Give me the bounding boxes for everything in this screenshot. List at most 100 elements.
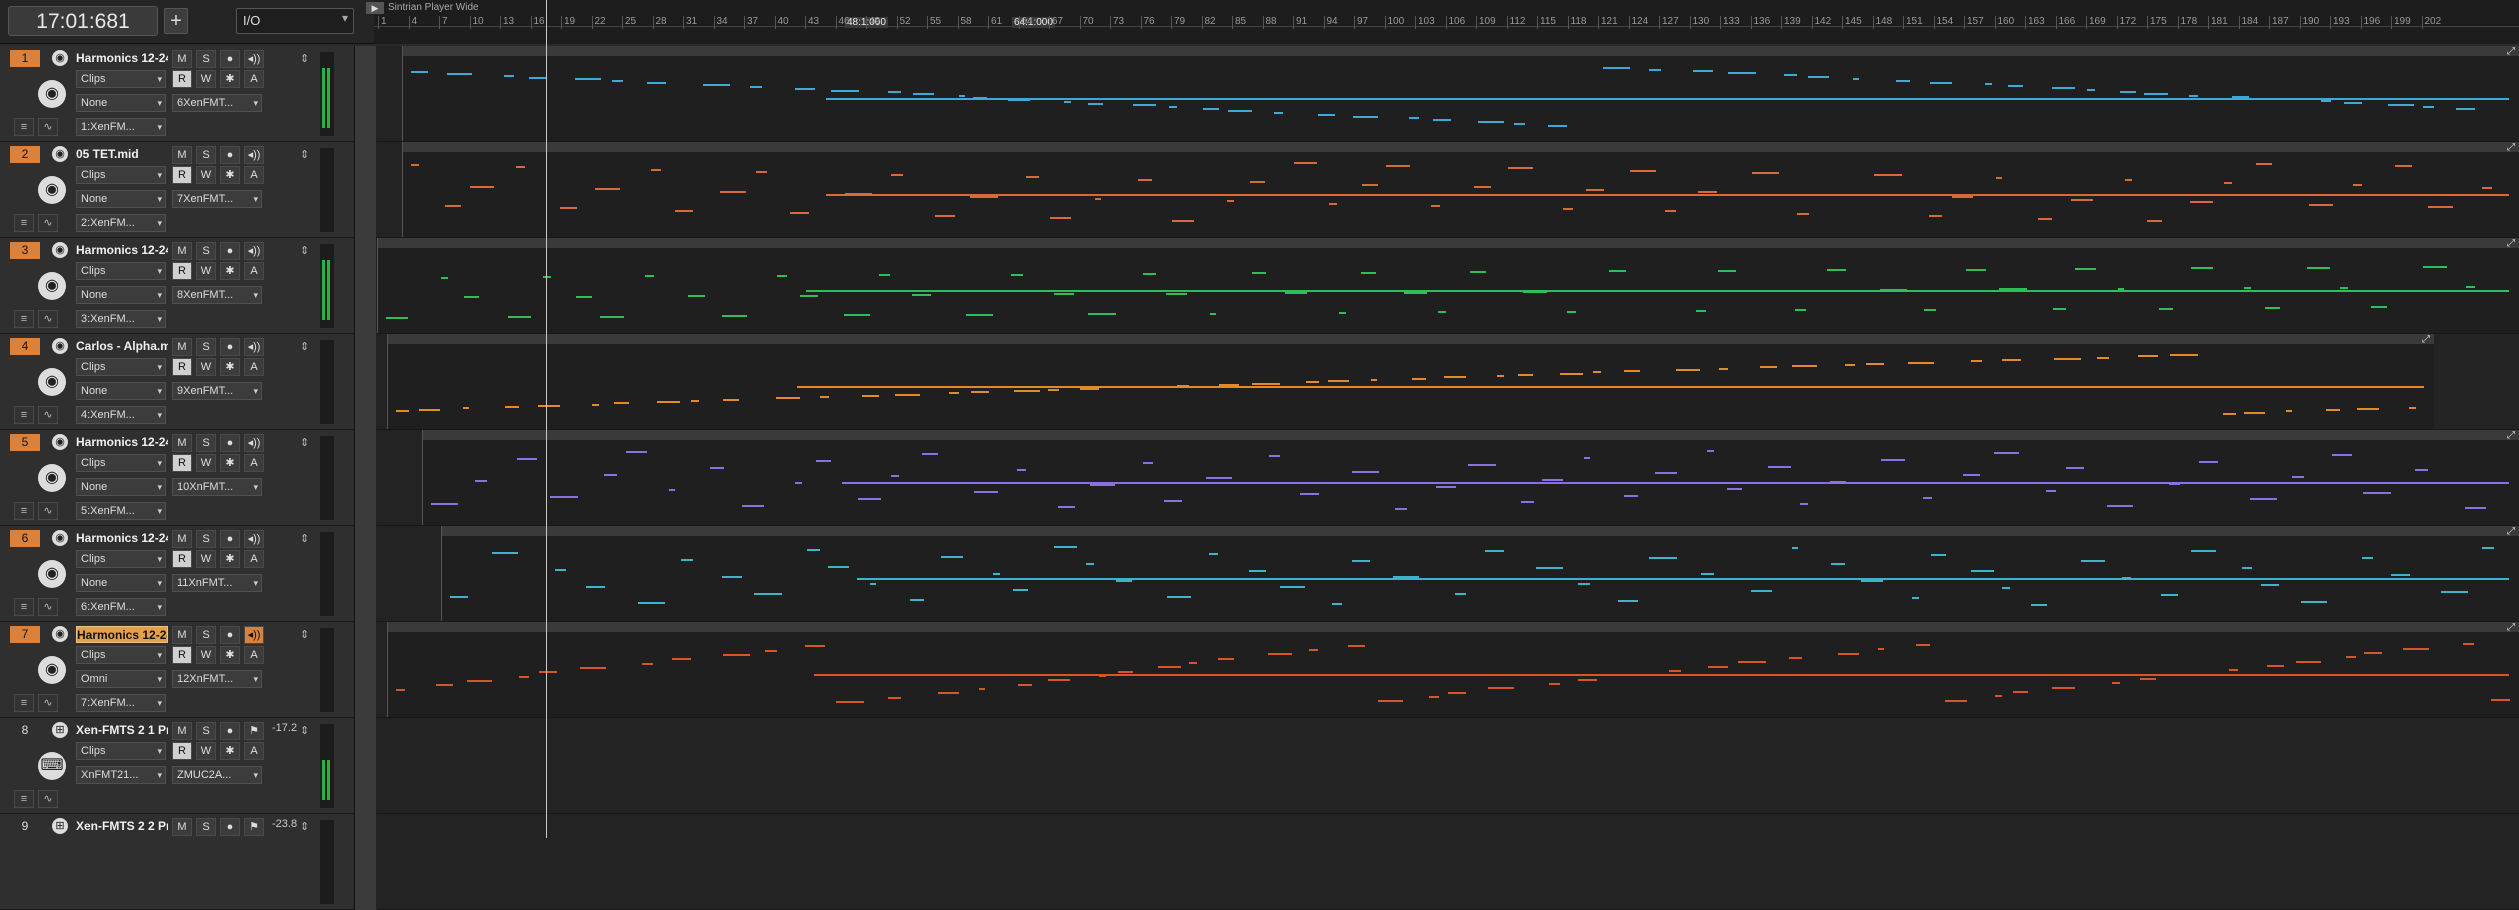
midi-note[interactable]	[2191, 550, 2216, 552]
midi-note[interactable]	[2244, 287, 2251, 289]
input-select[interactable]: None ▾	[76, 478, 166, 496]
midi-note[interactable]	[681, 559, 693, 561]
midi-note[interactable]	[2321, 100, 2331, 102]
midi-note[interactable]	[1478, 121, 1504, 123]
freeze-button[interactable]: ✱	[220, 166, 240, 184]
midi-note[interactable]	[2191, 267, 2213, 269]
track-name[interactable]: Harmonics 12-24	[76, 242, 168, 259]
record-arm-button[interactable]: ●	[220, 338, 240, 356]
midi-note[interactable]	[993, 573, 1000, 575]
midi-note[interactable]	[2053, 308, 2066, 310]
freeze-button[interactable]: ✱	[220, 646, 240, 664]
midi-note[interactable]	[1054, 293, 1074, 295]
midi-note[interactable]	[857, 578, 2509, 580]
read-automation-button[interactable]: R	[172, 166, 192, 184]
play-marker-icon[interactable]: ▶	[366, 2, 384, 14]
midi-note[interactable]	[913, 93, 934, 95]
track-header[interactable]: 3 ◉ Harmonics 12-24 M S ● ◂)) ⇕ Clips ▾ R W ✱ A None ▾ 8…	[0, 238, 355, 334]
midi-note[interactable]	[1853, 78, 1859, 80]
midi-note[interactable]	[1209, 553, 1218, 555]
midi-note[interactable]	[1603, 67, 1630, 69]
midi-note[interactable]	[1923, 497, 1932, 499]
midi-note[interactable]	[2261, 584, 2279, 586]
midi-note[interactable]	[1797, 213, 1809, 215]
midi-note[interactable]	[1080, 388, 1099, 390]
mute-button[interactable]: M	[172, 434, 192, 452]
freeze-button[interactable]: ✱	[220, 358, 240, 376]
read-automation-button[interactable]: R	[172, 70, 192, 88]
midi-note[interactable]	[959, 95, 965, 97]
midi-note[interactable]	[2456, 108, 2475, 110]
midi-note[interactable]	[1567, 311, 1576, 313]
midi-note[interactable]	[2046, 490, 2056, 492]
output-select[interactable]: 8XenFMT... ▾	[172, 286, 262, 304]
midi-note[interactable]	[2002, 359, 2021, 361]
midi-note[interactable]	[2346, 656, 2356, 658]
midi-note[interactable]	[831, 90, 859, 92]
midi-note[interactable]	[539, 671, 557, 673]
midi-note[interactable]	[703, 84, 730, 86]
clip-expand-icon[interactable]: ⤢	[2507, 526, 2515, 537]
midi-note[interactable]	[1294, 162, 1317, 164]
midi-note[interactable]	[1167, 596, 1191, 598]
midi-note[interactable]	[1438, 311, 1446, 313]
midi-note[interactable]	[1058, 506, 1075, 508]
record-arm-button[interactable]: ●	[220, 242, 240, 260]
midi-note[interactable]	[1649, 69, 1661, 71]
mode-select[interactable]: Clips ▾	[76, 70, 166, 88]
midi-note[interactable]	[1203, 108, 1219, 110]
midi-note[interactable]	[1143, 462, 1153, 464]
midi-note[interactable]	[2071, 199, 2093, 201]
mode-select[interactable]: Clips ▾	[76, 454, 166, 472]
midi-note[interactable]	[1693, 70, 1713, 72]
midi-note[interactable]	[910, 599, 924, 601]
midi-note[interactable]	[1669, 670, 1681, 672]
midi-note[interactable]	[1514, 123, 1525, 125]
output-select[interactable]: ZMUC2A... ▾	[172, 766, 262, 784]
automation-icon[interactable]: ∿	[38, 694, 58, 712]
solo-button[interactable]: S	[196, 338, 216, 356]
midi-note[interactable]	[2423, 106, 2434, 108]
midi-note[interactable]	[807, 549, 820, 551]
midi-note[interactable]	[1966, 269, 1986, 271]
midi-note[interactable]	[1088, 103, 1103, 105]
midi-note[interactable]	[922, 453, 938, 455]
midi-note[interactable]	[1011, 274, 1023, 276]
midi-note[interactable]	[1789, 657, 1802, 659]
midi-note[interactable]	[1630, 170, 1656, 172]
track-header[interactable]: 9 ⊞ Xen-FMTS 2 2 Pri M S ● ⚑ -23.8 ⇕	[0, 814, 355, 910]
track-settings-icon[interactable]: ≡	[14, 598, 34, 616]
midi-note[interactable]	[2292, 476, 2304, 478]
midi-note[interactable]	[475, 480, 487, 482]
track-name[interactable]: Harmonics 12-24	[76, 626, 168, 643]
midi-note[interactable]	[2189, 95, 2198, 97]
track-lane[interactable]: ⤢	[377, 622, 2519, 718]
volume-readout[interactable]: -23.8	[272, 818, 297, 830]
midi-note[interactable]	[431, 503, 458, 505]
read-automation-button[interactable]: R	[172, 454, 192, 472]
midi-note[interactable]	[396, 410, 409, 412]
midi-note[interactable]	[1339, 312, 1346, 314]
midi-note[interactable]	[1784, 74, 1797, 76]
midi-note[interactable]	[1352, 471, 1379, 473]
midi-note[interactable]	[1971, 360, 1982, 362]
track-name[interactable]: 05 TET.mid	[76, 146, 168, 163]
input-select[interactable]: None ▾	[76, 382, 166, 400]
solo-button[interactable]: S	[196, 626, 216, 644]
expand-icon[interactable]: ⇕	[300, 340, 309, 353]
mode-select[interactable]: Clips ▾	[76, 742, 166, 760]
midi-note[interactable]	[826, 98, 2509, 100]
mode-select[interactable]: Clips ▾	[76, 646, 166, 664]
midi-note[interactable]	[895, 394, 920, 396]
mute-button[interactable]: M	[172, 818, 192, 836]
track-number[interactable]: 6	[10, 530, 40, 547]
input-echo-icon[interactable]: ◂))	[244, 530, 264, 548]
arm-button[interactable]: A	[244, 358, 264, 376]
midi-note[interactable]	[538, 405, 560, 407]
channel-select[interactable]: 7:XenFM... ▾	[76, 694, 166, 712]
track-name[interactable]: Harmonics 12-24	[76, 530, 168, 547]
midi-note[interactable]	[580, 667, 606, 669]
midi-note[interactable]	[805, 645, 825, 647]
midi-note[interactable]	[600, 316, 624, 318]
midi-clip[interactable]: ⤢	[402, 46, 2519, 141]
